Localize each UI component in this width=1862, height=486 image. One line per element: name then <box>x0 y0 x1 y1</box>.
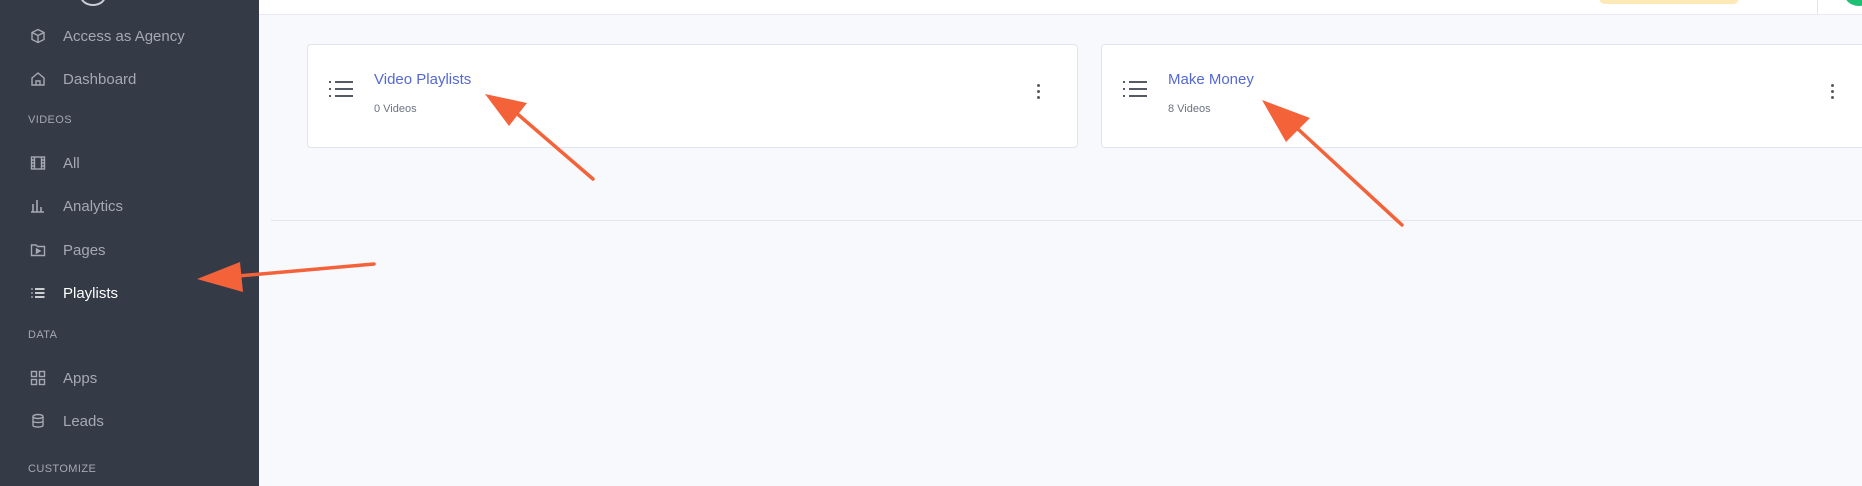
top-bar <box>259 0 1862 15</box>
database-icon <box>29 412 47 430</box>
sidebar-item-playlists[interactable]: Playlists <box>0 273 259 313</box>
sidebar-item-dashboard[interactable]: Dashboard <box>0 59 259 99</box>
section-label-customize: CUSTOMIZE <box>28 463 97 475</box>
section-label-videos: VIDEOS <box>28 114 72 126</box>
sidebar-item-label: Analytics <box>63 197 124 215</box>
playlist-title-link[interactable]: Make Money <box>1168 71 1254 88</box>
topbar-divider <box>1817 0 1818 14</box>
sidebar-item-leads[interactable]: Leads <box>0 401 259 441</box>
avatar[interactable] <box>1844 0 1862 6</box>
sidebar: Access as Agency Dashboard VIDEOS All An… <box>0 0 259 486</box>
sidebar-item-label: Pages <box>63 241 106 259</box>
sidebar-item-analytics[interactable]: Analytics <box>0 186 259 226</box>
sidebar-item-pages[interactable]: Pages <box>0 230 259 270</box>
sidebar-item-label: Playlists <box>63 284 119 302</box>
logo-icon <box>80 0 106 6</box>
film-icon <box>29 154 47 172</box>
upgrade-button[interactable] <box>1599 0 1739 4</box>
sidebar-item-label: Apps <box>63 369 98 387</box>
sidebar-item-apps[interactable]: Apps <box>0 358 259 398</box>
folder-icon <box>29 241 47 259</box>
playlist-card[interactable]: Video Playlists 0 Videos <box>307 44 1078 148</box>
list-icon <box>1122 79 1148 104</box>
sidebar-item-label: Dashboard <box>63 70 137 88</box>
playlist-video-count: 8 Videos <box>1168 103 1211 115</box>
box-icon <box>29 27 47 45</box>
grid-icon <box>29 369 47 387</box>
section-label-data: DATA <box>28 329 58 341</box>
playlist-title-link[interactable]: Video Playlists <box>374 71 471 88</box>
playlist-card[interactable]: Make Money 8 Videos <box>1101 44 1862 148</box>
sidebar-item-label: All <box>63 154 80 172</box>
more-options-icon[interactable] <box>1825 81 1839 101</box>
list-icon <box>29 284 47 302</box>
content-divider <box>271 220 1862 221</box>
bar-chart-icon <box>29 197 47 215</box>
sidebar-item-access-as-agency[interactable]: Access as Agency <box>0 16 259 56</box>
playlist-video-count: 0 Videos <box>374 103 417 115</box>
list-icon <box>328 79 354 104</box>
sidebar-item-label: Access as Agency <box>63 27 185 45</box>
sidebar-item-all[interactable]: All <box>0 143 259 183</box>
sidebar-item-label: Leads <box>63 412 104 430</box>
more-options-icon[interactable] <box>1031 81 1045 101</box>
home-icon <box>29 70 47 88</box>
